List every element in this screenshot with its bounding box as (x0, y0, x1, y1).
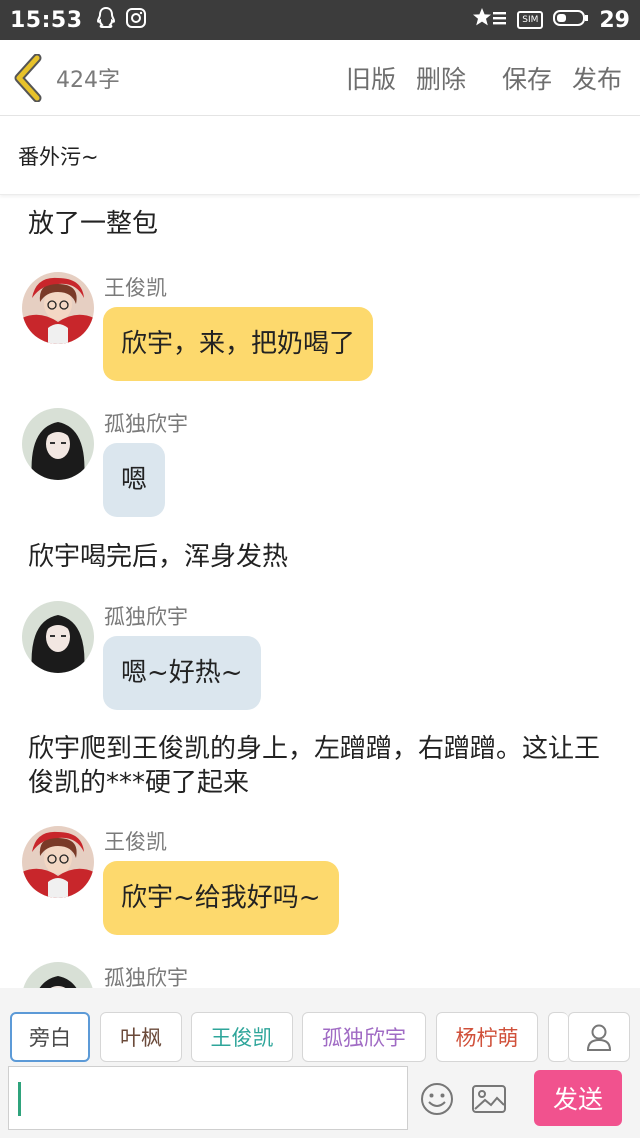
send-button[interactable]: 发送 (534, 1070, 622, 1126)
sender-name: 孤独欣宇 (104, 605, 188, 629)
editor-header: 424字 旧版 删除 保存 发布 (0, 40, 640, 116)
sender-name: 孤独欣宇 (104, 412, 188, 436)
input-bar: 发送 (0, 1062, 640, 1138)
story-content[interactable]: 放了一整包 王俊凯 欣宇，来，把奶喝了 孤独欣宇 嗯 欣宇喝完后，浑身发热 孤独… (0, 195, 640, 988)
user-manage-icon (586, 1024, 612, 1051)
character-chip-narrator[interactable]: 旁白 (10, 1012, 90, 1062)
avatar-wangjunkai[interactable] (22, 272, 94, 344)
message-bubble: 欣宇~给我好吗~ (103, 861, 339, 935)
star-signal-icon (473, 7, 507, 33)
status-bar: 15:53 SIM 29 (0, 0, 640, 40)
battery-icon (553, 9, 589, 31)
character-manage-button[interactable] (568, 1012, 630, 1062)
text-caret (18, 1082, 21, 1116)
message-bubble: 欣宇，来，把奶喝了 (103, 307, 374, 381)
delete-button[interactable]: 删除 (416, 60, 466, 96)
emoji-icon[interactable] (418, 1080, 456, 1118)
battery-level: 29 (599, 7, 630, 33)
old-version-button[interactable]: 旧版 (346, 60, 396, 96)
character-name: 叶枫 (120, 1026, 162, 1050)
instagram-icon (125, 7, 147, 33)
status-time: 15:53 (10, 7, 83, 33)
message-bubble: 嗯 (103, 443, 166, 517)
character-selector: 旁白 叶枫 王俊凯 孤独欣宇 杨柠萌 (0, 988, 640, 1062)
publish-button[interactable]: 发布 (572, 60, 622, 96)
word-count: 424字 (56, 67, 120, 93)
narration-text: 欣宇喝完后，浑身发热 (28, 542, 289, 572)
character-name: 孤独欣宇 (322, 1026, 406, 1050)
character-chip-guduxinyu[interactable]: 孤独欣宇 (302, 1012, 426, 1062)
sender-name: 孤独欣宇 (104, 966, 188, 988)
sim-icon: SIM (517, 11, 544, 29)
image-icon[interactable] (470, 1080, 508, 1118)
narration-text: 欣宇爬到王俊凯的身上，左蹭蹭，右蹭蹭。这让王俊凯的***硬了起来 (28, 734, 601, 798)
avatar-guduxinyu[interactable] (22, 601, 94, 673)
qq-icon (95, 6, 117, 34)
sender-name: 王俊凯 (104, 830, 167, 854)
back-button[interactable] (0, 40, 56, 116)
story-title: 番外污~ (18, 144, 99, 169)
story-title-field[interactable]: 番外污~ (0, 117, 640, 195)
character-name: 旁白 (29, 1026, 71, 1050)
message-input[interactable] (8, 1066, 408, 1130)
character-name: 杨柠萌 (455, 1026, 519, 1050)
avatar-guduxinyu[interactable] (22, 962, 94, 988)
character-chip-wangjunkai[interactable]: 王俊凯 (191, 1012, 293, 1062)
sender-name: 王俊凯 (104, 276, 167, 300)
back-arrow-icon (14, 53, 42, 102)
save-button[interactable]: 保存 (502, 60, 552, 96)
character-name: 王俊凯 (210, 1026, 274, 1050)
character-chip-yangningmeng[interactable]: 杨柠萌 (436, 1012, 538, 1062)
avatar-guduxinyu[interactable] (22, 408, 94, 480)
character-chip-yefeng[interactable]: 叶枫 (100, 1012, 182, 1062)
character-chip-overflow[interactable] (548, 1012, 568, 1062)
narration-text: 放了一整包 (28, 209, 159, 239)
avatar-wangjunkai[interactable] (22, 826, 94, 898)
message-bubble: 嗯~好热~ (103, 636, 261, 710)
